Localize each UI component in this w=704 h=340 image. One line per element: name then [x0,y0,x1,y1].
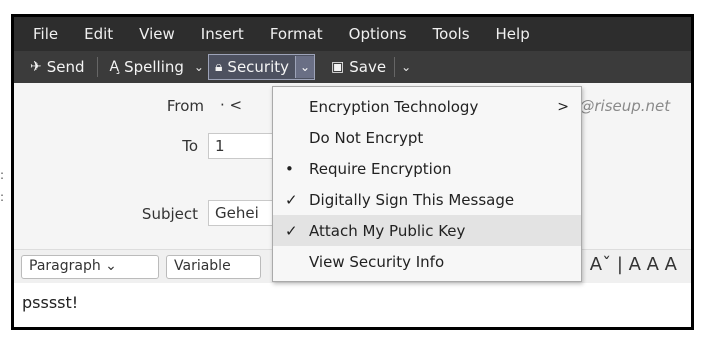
body-text: psssst! [22,293,79,312]
text-style-glyphs[interactable]: Aˇ | A A A [590,254,677,275]
item-label: Digitally Sign This Message [309,190,515,209]
menu-item-encryption-technology[interactable]: Encryption Technology > [273,91,581,122]
send-icon: ✈ [30,59,42,75]
menu-item-digitally-sign[interactable]: ✓ Digitally Sign This Message [273,184,581,215]
left-edge-marks: :: [0,168,5,204]
item-label: Do Not Encrypt [309,128,424,147]
toolbar-divider [96,57,98,77]
save-dropdown-icon[interactable]: ⌄ [401,60,411,74]
radio-dot-icon: • [285,159,294,178]
compose-window: File Edit View Insert Format Options Too… [11,14,694,330]
send-label: Send [46,58,85,76]
save-icon: ▣ [331,59,345,75]
from-label: From [166,97,204,115]
security-button[interactable]: 🔒︎ Security [209,54,295,80]
item-label: View Security Info [309,252,445,271]
menu-view[interactable]: View [139,25,175,43]
checkmark-icon: ✓ [285,221,298,240]
compose-toolbar: ✈ Send A̧ Spelling ⌄ 🔒︎ Security ⌄ ▣ Sav… [14,51,691,83]
send-button[interactable]: ✈ Send [24,54,91,80]
paragraph-select[interactable]: Paragraph ⌄ [21,255,159,279]
menu-format[interactable]: Format [270,25,323,43]
security-menu: Encryption Technology > Do Not Encrypt •… [272,86,582,282]
menu-item-do-not-encrypt[interactable]: Do Not Encrypt [273,122,581,153]
menu-bar: File Edit View Insert Format Options Too… [14,17,691,51]
menu-file[interactable]: File [33,25,58,43]
toolbar-divider [394,57,396,77]
spelling-dropdown-icon[interactable]: ⌄ [194,60,204,74]
menu-item-require-encryption[interactable]: • Require Encryption [273,153,581,184]
checkmark-icon: ✓ [285,190,298,209]
security-label: Security [227,58,290,76]
item-label: Require Encryption [309,159,452,178]
item-label: Attach My Public Key [309,221,466,240]
menu-item-attach-public-key[interactable]: ✓ Attach My Public Key [273,215,581,246]
menu-item-view-security-info[interactable]: View Security Info [273,246,581,277]
spelling-button[interactable]: A̧ Spelling [104,54,190,80]
to-field[interactable]: 1 [208,133,278,159]
menu-tools[interactable]: Tools [433,25,470,43]
paragraph-select-value: Paragraph [29,258,101,274]
spelling-icon: A̧ [109,59,120,75]
chevron-right-icon: > [557,98,569,115]
menu-edit[interactable]: Edit [84,25,113,43]
text-style-buttons: Aˇ | A A A [590,254,691,275]
spelling-label: Spelling [124,58,184,76]
lock-icon: 🔒︎ [214,59,223,75]
save-button[interactable]: ▣ Save [325,54,392,80]
security-button-group: 🔒︎ Security ⌄ [207,54,316,80]
message-body[interactable]: psssst! [14,283,691,327]
menu-options[interactable]: Options [349,25,407,43]
font-select[interactable]: Variable [166,255,261,279]
to-label: To [182,137,198,155]
item-label: Encryption Technology [309,97,479,116]
save-label: Save [349,58,387,76]
security-dropdown-icon[interactable]: ⌄ [295,56,315,78]
subject-field[interactable]: Gehei [208,200,278,226]
subject-label: Subject [141,205,198,223]
font-select-value: Variable [174,258,231,274]
menu-insert[interactable]: Insert [201,25,244,43]
menu-help[interactable]: Help [496,25,530,43]
